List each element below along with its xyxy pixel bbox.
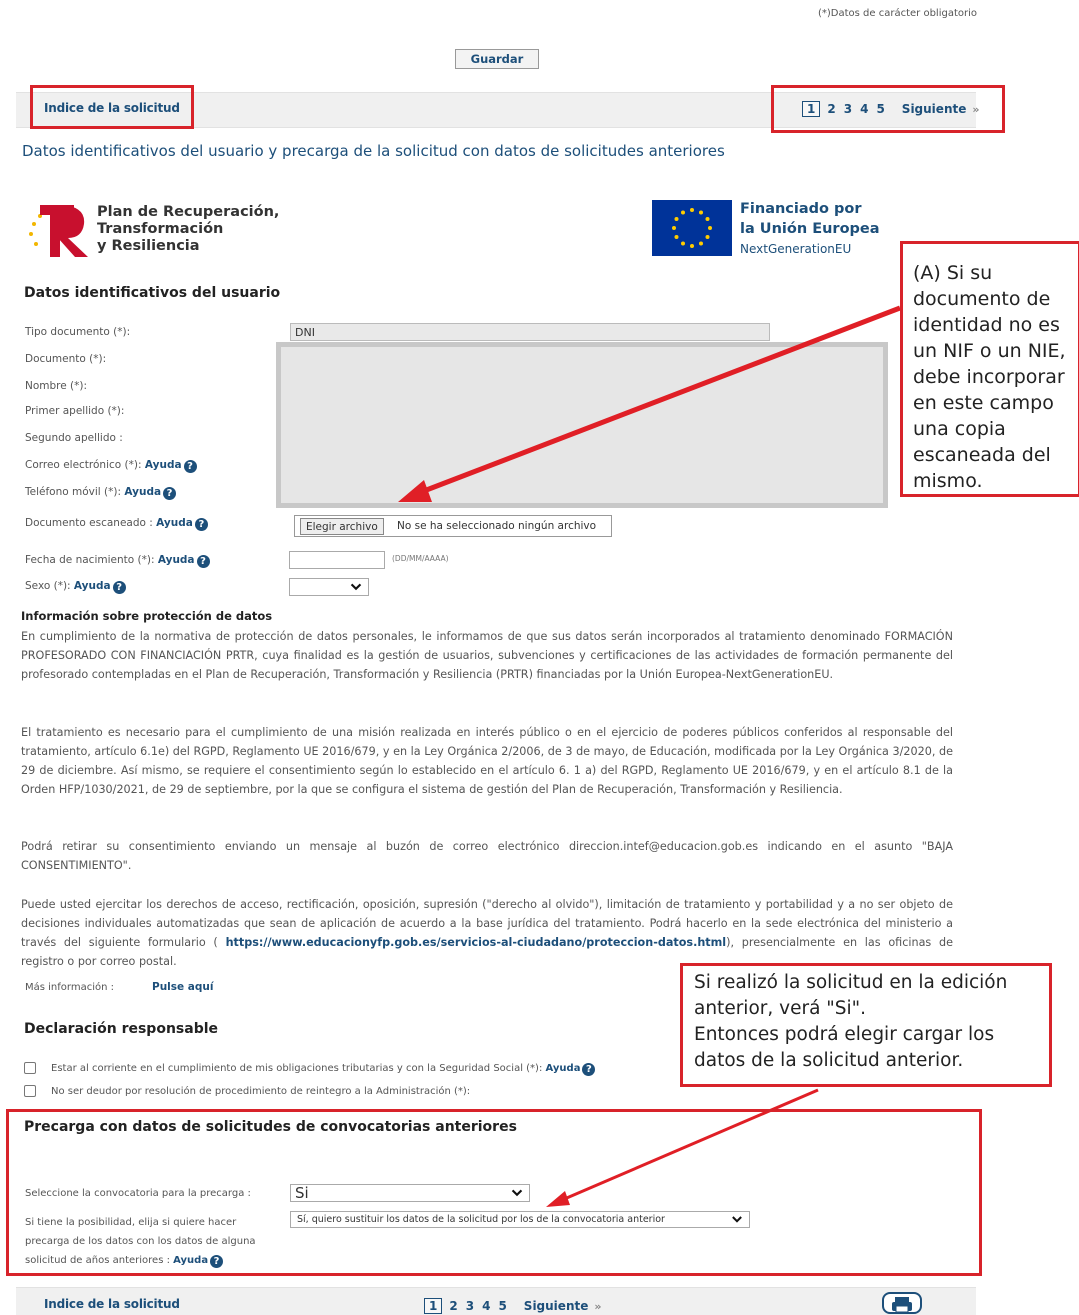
pager-bottom: 1 2 3 4 5 Siguiente »: [424, 1298, 601, 1314]
chevron-down-icon: [732, 1216, 742, 1223]
privacy-p3: Podrá retirar su consentimiento enviando…: [21, 840, 953, 872]
more-info-link[interactable]: Pulse aquí: [152, 981, 213, 993]
preload-option-label: Si tiene la posibilidad, elija si quiere…: [25, 1213, 256, 1270]
arrow-a-line: [415, 305, 901, 497]
help-link-preload[interactable]: Ayuda: [173, 1255, 208, 1266]
preload-option-label-2: precarga de los datos con los datos de a…: [25, 1236, 256, 1247]
callout-b-line1: Si realizó la solicitud en la edición an…: [694, 972, 1008, 1019]
preload-select[interactable]: Si: [290, 1184, 530, 1202]
callout-b-line2: Entonces podrá elegir cargar los datos d…: [694, 1024, 995, 1071]
print-button[interactable]: [882, 1292, 922, 1314]
help-link-declaration[interactable]: Ayuda: [546, 1063, 581, 1074]
page-link-3-bottom[interactable]: 3: [465, 1299, 475, 1313]
chevron-down-icon: [511, 1189, 523, 1197]
preload-option-value: Sí, quiero sustituir los datos de la sol…: [297, 1214, 665, 1225]
privacy-form-link[interactable]: https://www.educacionyfp.gob.es/servicio…: [226, 936, 727, 949]
privacy-p1: En cumplimiento de la normativa de prote…: [21, 630, 953, 681]
declaration-checkbox-2[interactable]: [24, 1085, 36, 1097]
privacy-p2: El tratamiento es necesario para el cump…: [21, 726, 953, 796]
more-info-label: Más información :: [25, 982, 114, 993]
question-icon[interactable]: ?: [582, 1063, 596, 1076]
page-link-2-bottom[interactable]: 2: [448, 1299, 458, 1313]
declaration-checkbox-1[interactable]: [24, 1062, 36, 1074]
preload-title: Precarga con datos de solicitudes de con…: [24, 1119, 517, 1135]
index-link-bottom[interactable]: Indice de la solicitud: [44, 1297, 180, 1311]
privacy-p4: Puede usted ejercitar los derechos de ac…: [21, 895, 953, 971]
preload-select-value: Si: [295, 1184, 309, 1202]
callout-b: Si realizó la solicitud en la edición an…: [680, 963, 1052, 1087]
preload-select-label: Seleccione la convocatoria para la preca…: [25, 1188, 251, 1199]
declaration-item-2: No ser deudor por resolución de procedim…: [51, 1086, 471, 1097]
preload-option-label-3: solicitud de años anteriores :: [25, 1255, 170, 1266]
preload-option-select[interactable]: Sí, quiero sustituir los datos de la sol…: [290, 1211, 750, 1228]
privacy-title: Información sobre protección de datos: [21, 609, 273, 623]
declaration-item-1-text: Estar al corriente en el cumplimiento de…: [51, 1063, 543, 1074]
arrow-a-head: [398, 480, 432, 502]
preload-option-label-1: Si tiene la posibilidad, elija si quiere…: [25, 1217, 237, 1228]
question-icon[interactable]: ?: [210, 1255, 224, 1268]
next-link-bottom[interactable]: Siguiente: [524, 1299, 589, 1313]
printer-icon: [892, 1297, 912, 1313]
page-link-5-bottom[interactable]: 5: [497, 1299, 507, 1313]
page-link-1-bottom[interactable]: 1: [424, 1298, 443, 1314]
declaration-item-1: Estar al corriente en el cumplimiento de…: [51, 1063, 596, 1076]
double-chevron-right-icon: »: [594, 1299, 602, 1313]
page-link-4-bottom[interactable]: 4: [481, 1299, 491, 1313]
declaration-title: Declaración responsable: [24, 1021, 219, 1037]
